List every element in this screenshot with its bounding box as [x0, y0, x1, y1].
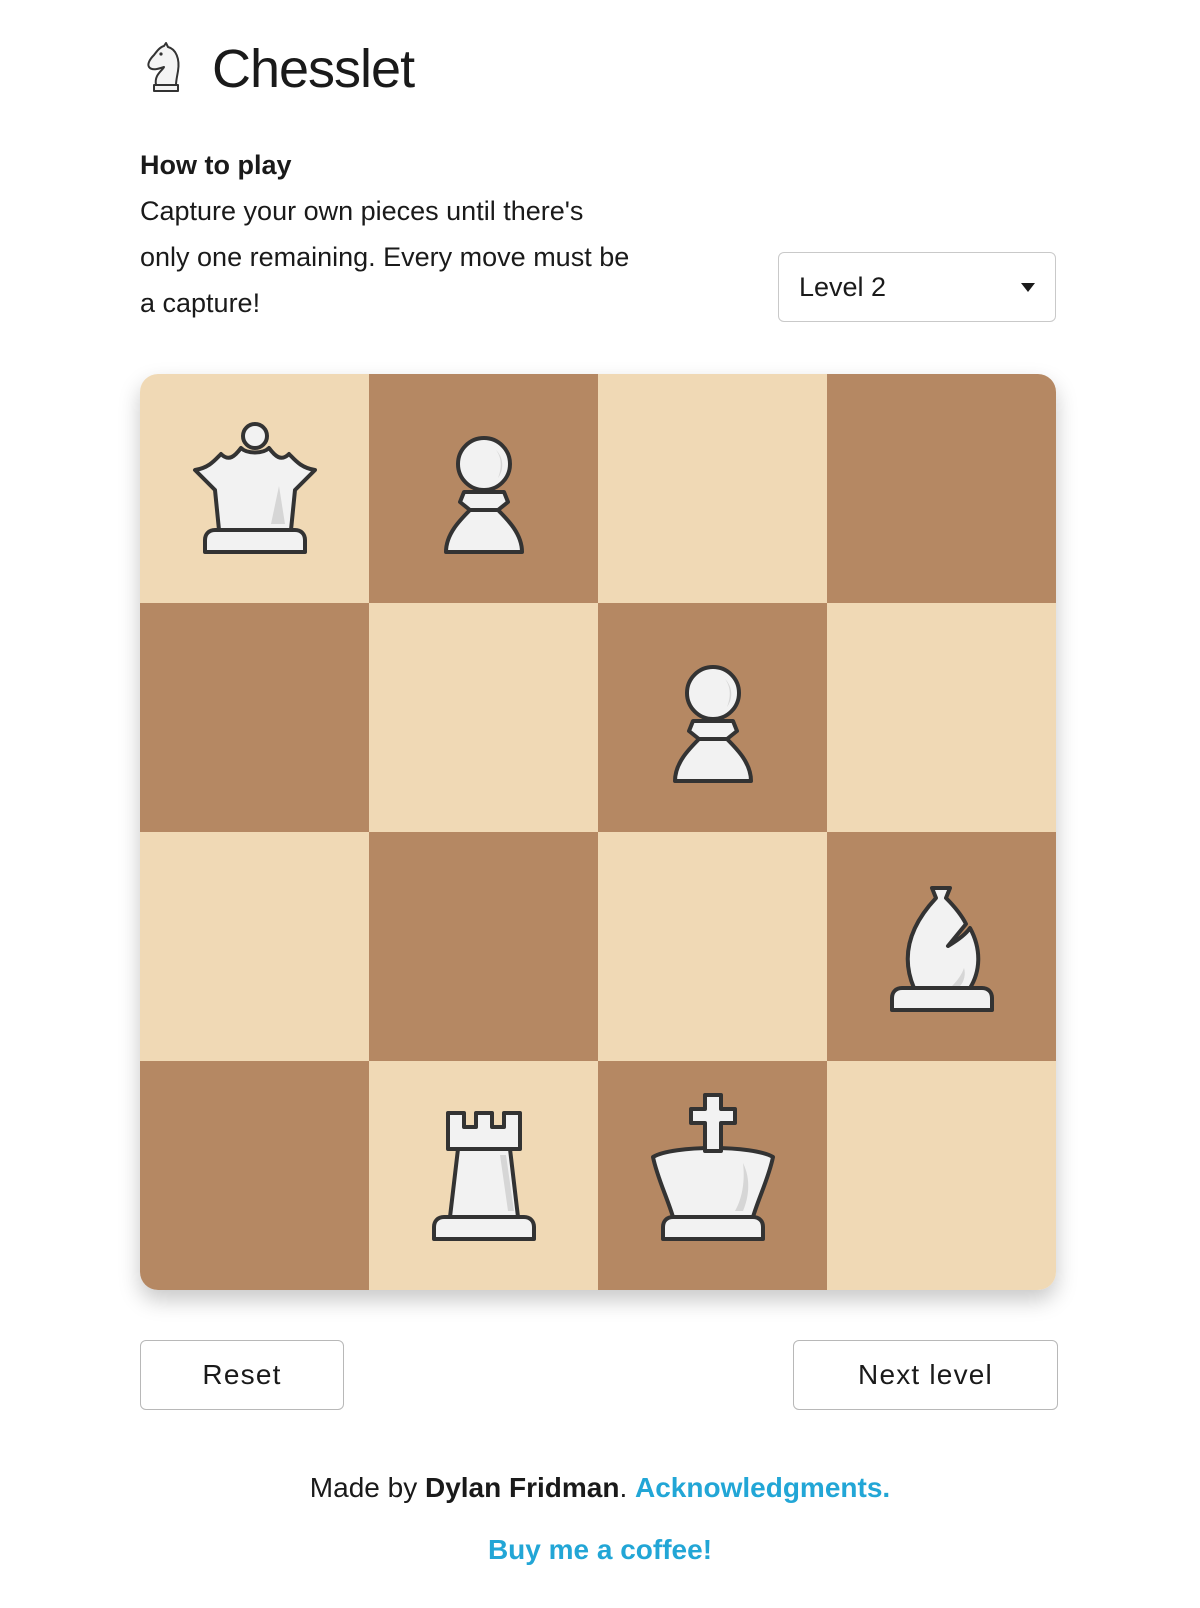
reset-button[interactable]: Reset — [140, 1340, 344, 1410]
board-square[interactable] — [369, 603, 598, 832]
board-square[interactable] — [140, 603, 369, 832]
board-square[interactable] — [598, 374, 827, 603]
made-by-text: Made by — [309, 1472, 425, 1503]
next-level-button[interactable]: Next level — [793, 1340, 1058, 1410]
board-square[interactable] — [369, 374, 598, 603]
white-bishop-icon[interactable] — [862, 864, 1022, 1029]
chess-board — [140, 374, 1056, 1290]
header: Chesslet — [140, 34, 415, 104]
caret-down-icon — [1021, 282, 1035, 292]
board-square[interactable] — [140, 832, 369, 1061]
board-square[interactable] — [369, 1061, 598, 1290]
board-square[interactable] — [369, 832, 598, 1061]
page: Chesslet How to play Capture your own pi… — [0, 0, 1200, 1608]
board-square[interactable] — [827, 1061, 1056, 1290]
white-pawn-icon[interactable] — [633, 635, 793, 800]
how-to-play-text: Capture your own pieces until there's on… — [140, 196, 630, 318]
coffee-row: Buy me a coffee! — [0, 1534, 1200, 1566]
author-name: Dylan Fridman — [424, 1472, 620, 1503]
white-pawn-icon[interactable] — [404, 406, 564, 571]
board-square[interactable] — [598, 832, 827, 1061]
board-square[interactable] — [140, 374, 369, 603]
board-square[interactable] — [598, 603, 827, 832]
app-title: Chesslet — [212, 39, 415, 99]
buy-me-a-coffee-link[interactable]: Buy me a coffee! — [488, 1534, 712, 1565]
board-square[interactable] — [140, 1061, 369, 1290]
level-select-value: Level 2 — [799, 271, 887, 302]
footer-separator: . — [619, 1472, 636, 1503]
white-queen-icon[interactable] — [175, 406, 335, 571]
knight-icon — [147, 42, 180, 92]
board-square[interactable] — [827, 832, 1056, 1061]
how-to-play: How to play Capture your own pieces unti… — [140, 142, 660, 326]
board-square[interactable] — [598, 1061, 827, 1290]
white-rook-icon[interactable] — [404, 1093, 564, 1258]
how-to-play-title: How to play — [140, 150, 292, 180]
board-square[interactable] — [827, 603, 1056, 832]
acknowledgments-link[interactable]: Acknowledgments. — [635, 1472, 890, 1503]
board-square[interactable] — [827, 374, 1056, 603]
footer: Made by Dylan Fridman. Acknowledgments. — [0, 1472, 1200, 1504]
level-select[interactable]: Level 2 — [778, 252, 1056, 322]
white-king-icon[interactable] — [633, 1093, 793, 1258]
